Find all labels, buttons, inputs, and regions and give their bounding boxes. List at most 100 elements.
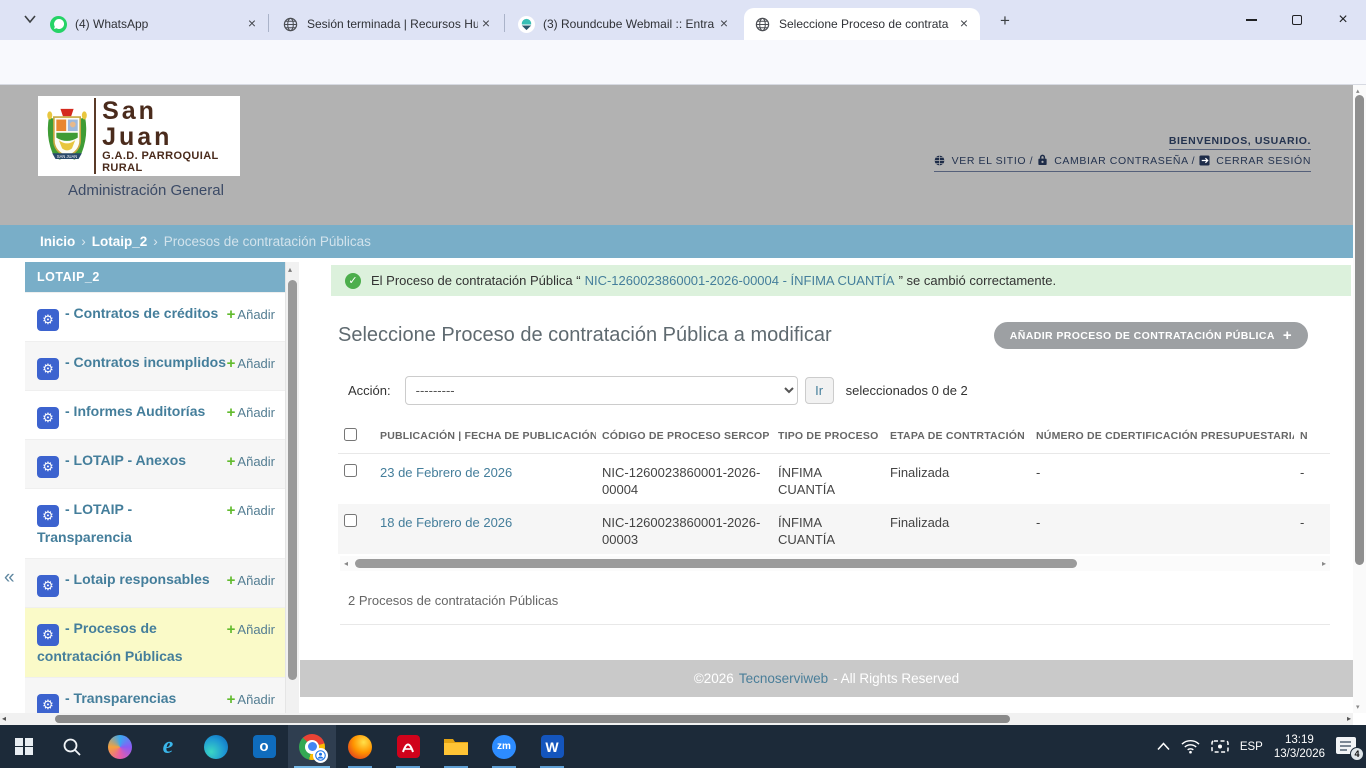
add-link[interactable]: +Añadir <box>227 451 275 472</box>
scroll-right-icon[interactable]: ▸ <box>1347 714 1351 723</box>
tab-title: (4) WhatsApp <box>75 17 244 31</box>
taskbar-chrome-button[interactable] <box>288 725 336 768</box>
scroll-right-icon[interactable]: ▸ <box>1318 559 1330 568</box>
taskbar-edge-button[interactable] <box>192 725 240 768</box>
tab-close-icon[interactable]: × <box>956 16 972 32</box>
sidebar-section-title[interactable]: LOTAIP_2 <box>25 262 285 292</box>
add-link[interactable]: +Añadir <box>227 689 275 710</box>
changed-object-link[interactable]: NIC-1260023860001-2026-00004 - ÍNFIMA CU… <box>585 273 895 288</box>
go-button[interactable]: Ir <box>805 377 834 404</box>
window-minimize-button[interactable] <box>1228 0 1274 40</box>
taskbar-word-button[interactable]: W <box>528 725 576 768</box>
windows-logo-icon <box>15 738 33 756</box>
add-proceso-button[interactable]: AÑADIR PROCESO DE CONTRATACIÓN PÚBLICA+ <box>994 322 1308 349</box>
add-link[interactable]: +Añadir <box>227 402 275 423</box>
globe-icon <box>934 155 945 169</box>
screen-share-icon[interactable] <box>1211 739 1229 754</box>
taskbar-explorer-button[interactable] <box>432 725 480 768</box>
taskbar-outlook-button[interactable]: o <box>240 725 288 768</box>
notification-center-button[interactable]: 4 <box>1336 737 1358 756</box>
result-count: 2 Procesos de contratación Públicas <box>348 593 1353 608</box>
row-date-link[interactable]: 23 de Febrero de 2026 <box>380 465 512 480</box>
col-publicacion[interactable]: PUBLICACIÓN | FECHA DE PUBLICACIÓN <box>374 419 596 454</box>
row-checkbox[interactable] <box>344 464 357 477</box>
taskbar-zoom-button[interactable]: zm <box>480 725 528 768</box>
scroll-up-icon[interactable]: ▴ <box>1356 87 1360 95</box>
acrobat-icon <box>397 735 420 758</box>
col-etapa[interactable]: ETAPA DE CONTRTACIÓN <box>884 419 1030 454</box>
tab-roundcube[interactable]: (3) Roundcube Webmail :: Entra × <box>508 8 740 40</box>
breadcrumb-app-link[interactable]: Lotaip_2 <box>92 234 148 249</box>
scroll-left-icon[interactable]: ◂ <box>340 559 352 568</box>
add-link[interactable]: +Añadir <box>227 500 275 521</box>
edge-icon <box>204 735 228 759</box>
add-link[interactable]: +Añadir <box>227 304 275 325</box>
sidebar-item-informes-auditorias[interactable]: +Añadir ⚙- Informes Auditorías <box>25 390 285 439</box>
footer-brand-link[interactable]: Tecnoserviweb <box>739 671 828 686</box>
add-link[interactable]: +Añadir <box>227 570 275 591</box>
taskbar-clock[interactable]: 13:19 13/3/2026 <box>1274 733 1325 761</box>
horizontal-scrollbar-thumb[interactable] <box>55 715 1010 723</box>
sidebar-item-transparencias-colaborativas[interactable]: +Añadir ⚙- Transparencias Colaborativas <box>25 677 285 713</box>
col-tipo[interactable]: TIPO DE PROCESO <box>772 419 884 454</box>
view-site-link[interactable]: VER EL SITIO <box>952 155 1027 167</box>
table-scrollbar-thumb[interactable] <box>355 559 1077 568</box>
sidebar-item-contratos-incumplidos[interactable]: +Añadir ⚙- Contratos incumplidos <box>25 341 285 390</box>
col-codigo[interactable]: CÓDIGO DE PROCESO SERCOP <box>596 419 772 454</box>
sidebar-item-contratos-creditos[interactable]: +Añadir ⚙- Contratos de créditos <box>25 292 285 341</box>
scroll-down-icon[interactable]: ▾ <box>1356 703 1360 711</box>
breadcrumb-home-link[interactable]: Inicio <box>40 234 75 249</box>
breadcrumb-current: Procesos de contratación Públicas <box>164 234 371 249</box>
sidebar-item-lotaip-responsables[interactable]: +Añadir ⚙- Lotaip responsables <box>25 558 285 607</box>
window-close-button[interactable]: × <box>1320 0 1366 40</box>
tray-date: 13/3/2026 <box>1274 747 1325 761</box>
gear-icon: ⚙ <box>37 456 59 478</box>
start-button[interactable] <box>0 725 48 768</box>
sidebar-collapse-toggle[interactable]: « <box>4 567 15 589</box>
add-link[interactable]: +Añadir <box>227 619 275 640</box>
row-date-link[interactable]: 18 de Febrero de 2026 <box>380 515 512 530</box>
tab-recursos[interactable]: Sesión terminada | Recursos Hu × <box>272 8 502 40</box>
select-all-checkbox[interactable] <box>344 428 357 441</box>
taskbar-acrobat-button[interactable] <box>384 725 432 768</box>
tab-close-icon[interactable]: × <box>244 16 260 32</box>
language-indicator[interactable]: ESP <box>1240 741 1263 753</box>
plus-icon: + <box>227 355 236 372</box>
tray-expand-chevron-icon[interactable] <box>1157 742 1170 751</box>
logout-link[interactable]: CERRAR SESIÓN <box>1216 155 1311 167</box>
row-checkbox[interactable] <box>344 514 357 527</box>
sidebar-scrollbar-thumb[interactable] <box>288 280 297 680</box>
browser-vertical-scrollbar[interactable]: ▴ ▾ <box>1353 85 1366 713</box>
sidebar-scrollbar[interactable]: ▴ <box>286 262 299 713</box>
sidebar-item-lotaip-transparencia[interactable]: +Añadir ⚙- LOTAIP - Transparencia <box>25 488 285 558</box>
action-select[interactable]: --------- <box>405 376 798 405</box>
col-certificacion[interactable]: NÚMERO DE CDERTIFICACIÓN PRESUPUESTARIA <box>1030 419 1294 454</box>
sidebar-item-procesos-contratacion[interactable]: +Añadir ⚙- Procesos de contratación Públ… <box>25 607 285 677</box>
new-tab-button[interactable]: + <box>995 11 1015 31</box>
change-password-link[interactable]: CAMBIAR CONTRASEÑA <box>1054 155 1188 167</box>
vertical-scrollbar-thumb[interactable] <box>1355 95 1364 565</box>
scroll-up-icon[interactable]: ▴ <box>288 265 292 274</box>
tab-divider <box>268 14 269 32</box>
page-footer: ©2026 Tecnoserviweb - All Rights Reserve… <box>300 660 1353 697</box>
add-link[interactable]: +Añadir <box>227 353 275 374</box>
sidebar-item-lotaip-anexos[interactable]: +Añadir ⚙- LOTAIP - Anexos <box>25 439 285 488</box>
page-horizontal-scrollbar[interactable]: ◂ ▸ <box>0 713 1353 725</box>
tab-active-procesos[interactable]: Seleccione Proceso de contrata × <box>744 8 980 40</box>
tab-close-icon[interactable]: × <box>716 16 732 32</box>
taskbar-firefox-button[interactable] <box>336 725 384 768</box>
taskbar-search-button[interactable] <box>48 725 96 768</box>
site-logo[interactable]: SAN JUAN San Juan G.A.D. PARROQUIAL RURA… <box>38 96 240 176</box>
col-n[interactable]: N <box>1294 419 1330 454</box>
window-maximize-button[interactable] <box>1274 0 1320 40</box>
tab-search-chevron-icon[interactable] <box>24 15 36 24</box>
tab-close-icon[interactable]: × <box>478 16 494 32</box>
table-horizontal-scrollbar[interactable]: ◂ ▸ <box>340 556 1330 571</box>
taskbar-copilot-button[interactable] <box>96 725 144 768</box>
table-row: 18 de Febrero de 2026 NIC-1260023860001-… <box>338 504 1330 554</box>
wifi-icon[interactable] <box>1181 739 1200 754</box>
tab-whatsapp[interactable]: (4) WhatsApp × <box>40 8 268 40</box>
scroll-left-icon[interactable]: ◂ <box>2 714 6 723</box>
row-tipo: ÍNFIMA CUANTÍA <box>772 504 884 554</box>
taskbar-ie-button[interactable]: e <box>144 725 192 768</box>
